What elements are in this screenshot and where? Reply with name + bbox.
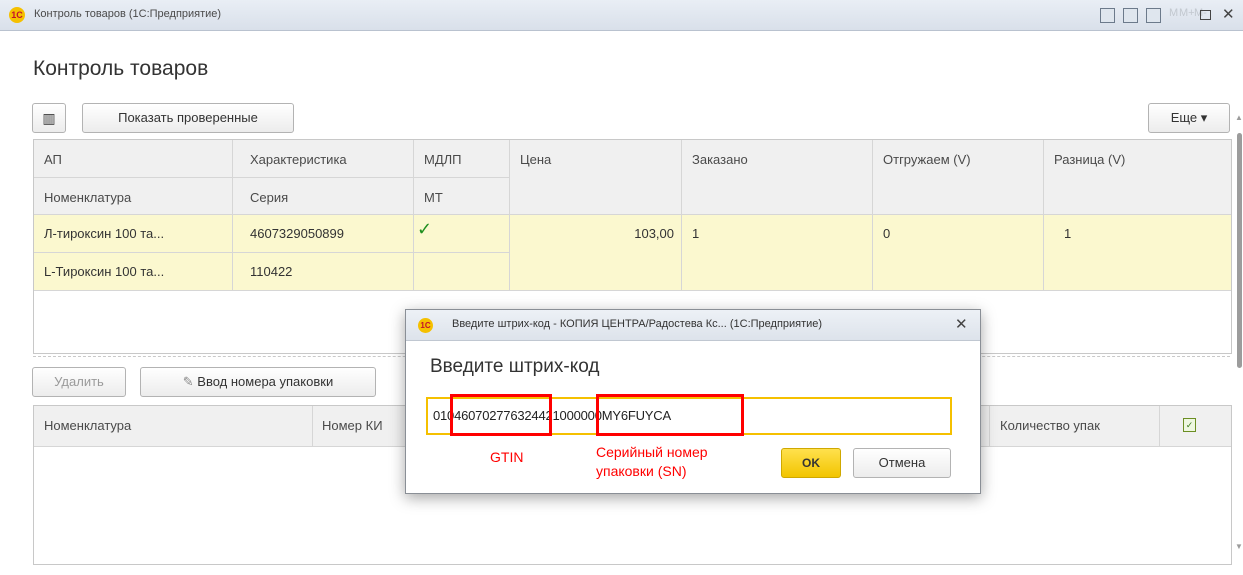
- scroll-up-icon[interactable]: ▲: [1235, 113, 1243, 122]
- dialog-window-title: Введите штрих-код - КОПИЯ ЦЕНТРА/Радосте…: [452, 318, 823, 330]
- col-ordered[interactable]: Заказано: [692, 152, 748, 167]
- cell-difference[interactable]: 1: [1064, 226, 1071, 241]
- ok-button[interactable]: OK: [781, 448, 841, 478]
- cell-series[interactable]: 110422: [250, 264, 292, 279]
- page-title: Контроль товаров: [33, 57, 209, 80]
- sn-highlight: [596, 394, 744, 436]
- scrollbar-thumb[interactable]: [1237, 133, 1242, 368]
- memory-button[interactable]: M: [1169, 7, 1178, 19]
- pencil-icon: ✎: [182, 374, 198, 389]
- print-icon[interactable]: [1100, 8, 1115, 23]
- col-ki-number[interactable]: Номер КИ: [322, 418, 383, 433]
- calculator-icon[interactable]: [1123, 8, 1138, 23]
- delete-button[interactable]: Удалить: [32, 367, 126, 397]
- dialog-titlebar: 1С Введите штрих-код - КОПИЯ ЦЕНТРА/Радо…: [406, 310, 980, 341]
- window-title: Контроль товаров (1С:Предприятие): [34, 8, 222, 20]
- show-checked-button[interactable]: Показать проверенные: [82, 103, 294, 133]
- cancel-button[interactable]: Отмена: [853, 448, 951, 478]
- col-mdlp[interactable]: МДЛП: [424, 152, 462, 167]
- cell-ordered[interactable]: 1: [692, 226, 699, 241]
- app-logo-icon: 1С: [418, 318, 433, 333]
- col-series[interactable]: Серия: [250, 190, 288, 205]
- dialog-heading: Введите штрих-код: [430, 356, 600, 377]
- window-titlebar: 1С Контроль товаров (1С:Предприятие) M M…: [0, 0, 1243, 31]
- barcode-dialog: 1С Введите штрих-код - КОПИЯ ЦЕНТРА/Радо…: [405, 309, 981, 494]
- col-package-count[interactable]: Количество упак: [1000, 418, 1100, 433]
- cell-shipping[interactable]: 0: [883, 226, 890, 241]
- cell-price[interactable]: 103,00: [594, 226, 674, 241]
- col-nomenclature[interactable]: Номенклатура: [44, 190, 131, 205]
- gtin-highlight: [450, 394, 552, 436]
- sn-label: Серийный номер упаковки (SN): [596, 444, 708, 479]
- calendar-icon[interactable]: [1146, 8, 1161, 23]
- document-check-icon[interactable]: ✓: [1183, 418, 1196, 432]
- cell-ap[interactable]: Л-тироксин 100 та...: [44, 226, 164, 241]
- package-entry-label: Ввод номера упаковки: [197, 374, 334, 389]
- col-characteristic[interactable]: Характеристика: [250, 152, 347, 167]
- close-icon[interactable]: ✕: [955, 315, 968, 333]
- package-entry-button[interactable]: ✎ Ввод номера упаковки: [140, 367, 376, 397]
- col-shipping[interactable]: Отгружаем (V): [883, 152, 971, 167]
- col-mt[interactable]: МТ: [424, 190, 443, 205]
- col-price[interactable]: Цена: [520, 152, 551, 167]
- col-nomenclature[interactable]: Номенклатура: [44, 418, 131, 433]
- cell-nomenclature[interactable]: L-Тироксин 100 та...: [44, 264, 164, 279]
- gtin-label: GTIN: [490, 449, 524, 465]
- scroll-down-icon[interactable]: ▼: [1235, 542, 1243, 551]
- cell-characteristic[interactable]: 4607329050899: [250, 226, 344, 241]
- checkmark-icon: ✓: [417, 219, 433, 239]
- app-logo-icon: 1С: [9, 7, 25, 23]
- close-icon[interactable]: ✕: [1222, 5, 1235, 23]
- memory-plus-button[interactable]: M+: [1179, 7, 1195, 19]
- restore-icon[interactable]: [1200, 10, 1211, 20]
- col-ap[interactable]: АП: [44, 152, 62, 167]
- more-button[interactable]: Еще ▾: [1148, 103, 1230, 133]
- barcode-scan-button[interactable]: ▥: [32, 103, 66, 133]
- barcode-scanner-icon: ▥: [42, 110, 56, 126]
- col-difference[interactable]: Разница (V): [1054, 152, 1125, 167]
